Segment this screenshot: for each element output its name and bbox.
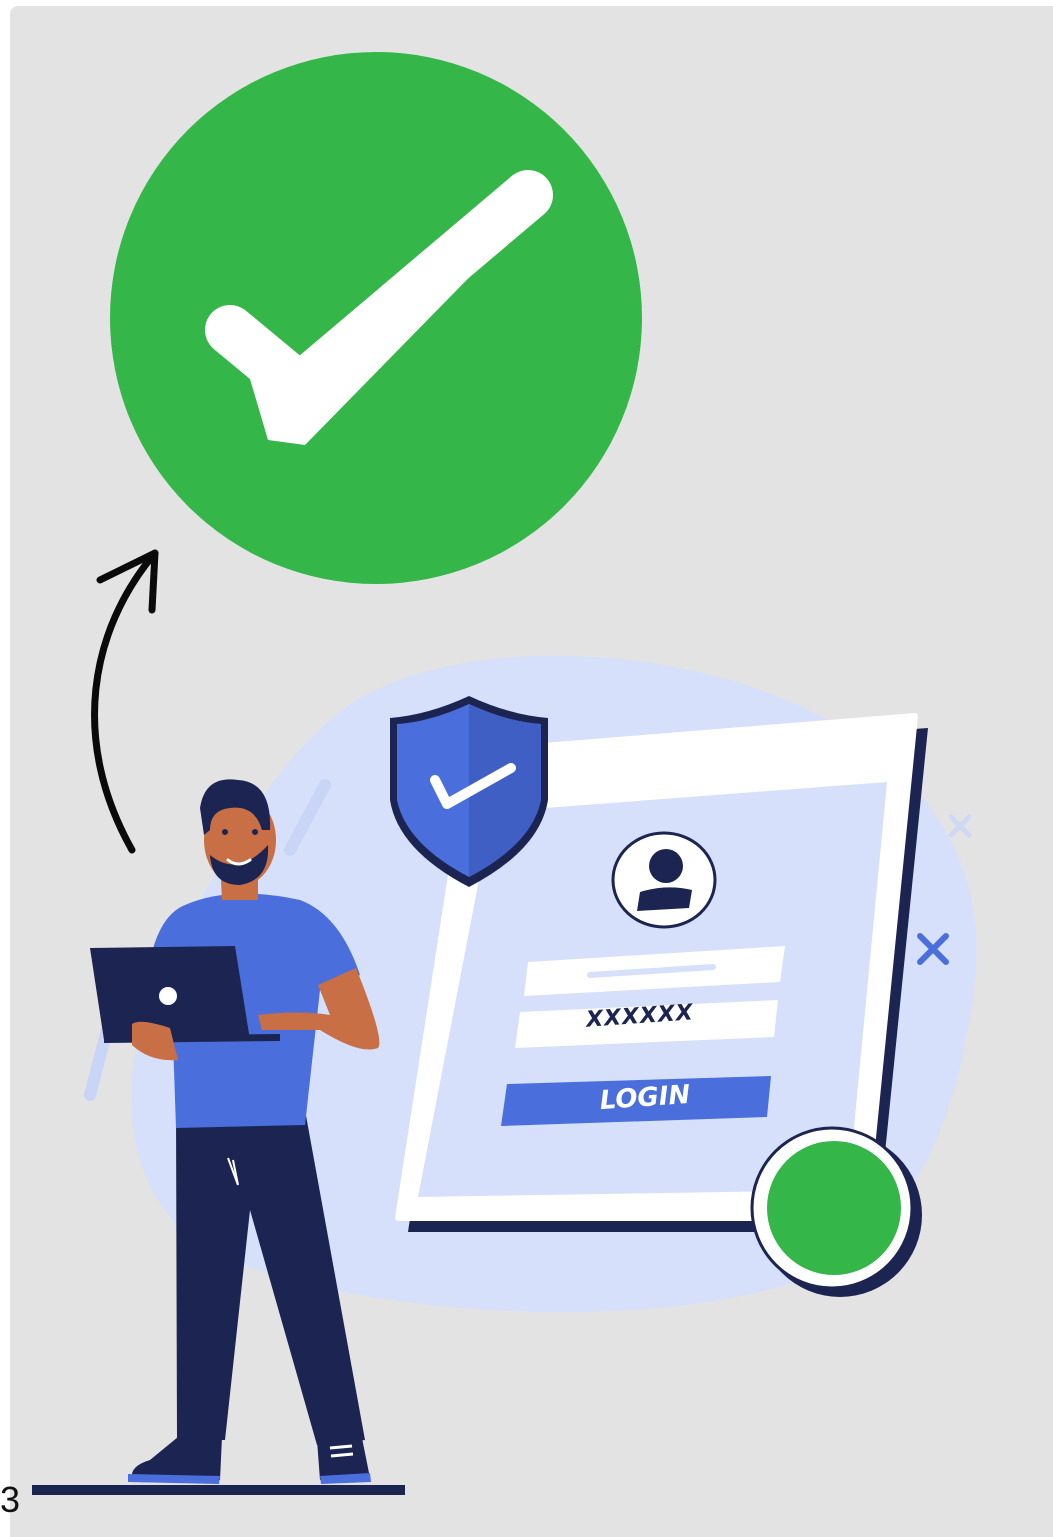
illustration bbox=[32, 52, 977, 1495]
x-mark-icon bbox=[948, 814, 972, 838]
curved-arrow-icon bbox=[91, 549, 159, 854]
user-avatar-icon bbox=[611, 831, 717, 929]
corner-glyph: 3 bbox=[0, 1479, 21, 1520]
green-check-circle-icon bbox=[110, 52, 642, 584]
